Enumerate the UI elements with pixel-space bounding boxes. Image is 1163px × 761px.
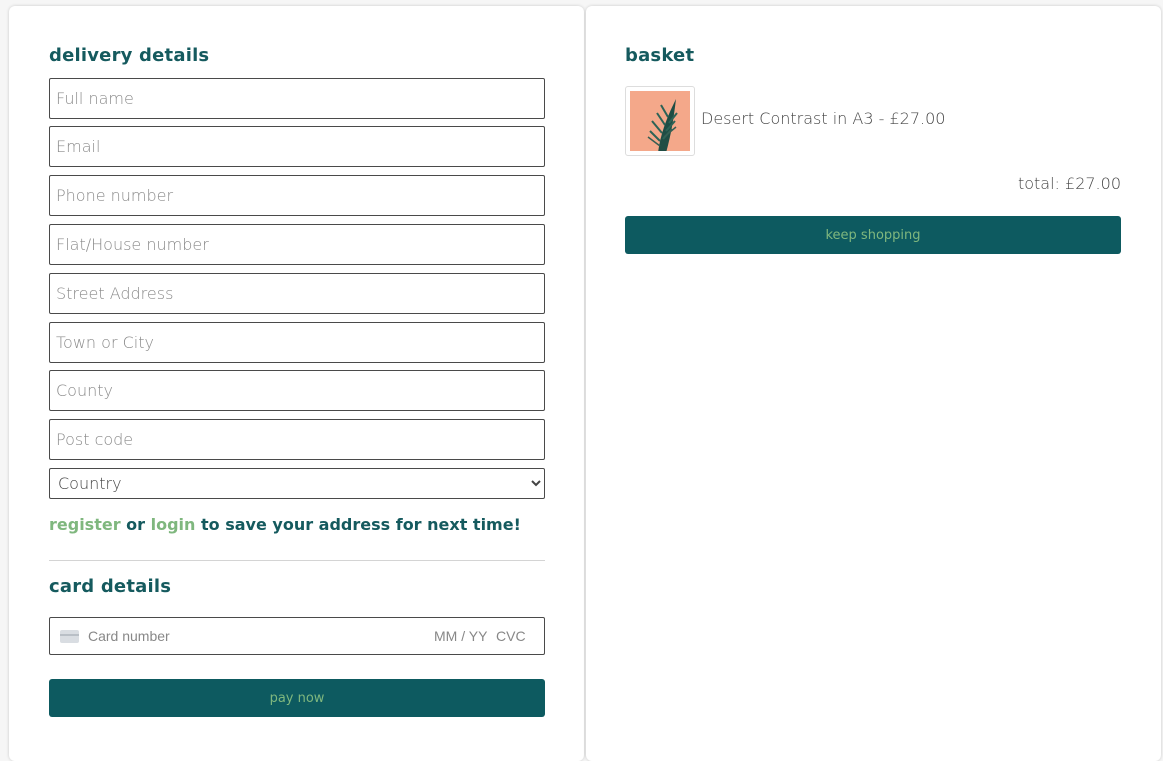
card-element[interactable]: Card number MM / YY CVC <box>49 617 545 655</box>
delivery-panel: delivery details Country register or log… <box>9 6 584 761</box>
register-link[interactable]: register <box>49 515 121 534</box>
house-number-input[interactable] <box>49 224 545 265</box>
credit-card-icon <box>60 630 79 643</box>
email-input[interactable] <box>49 126 545 167</box>
product-thumbnail[interactable] <box>625 86 695 156</box>
product-image <box>630 91 690 151</box>
pay-now-button[interactable]: pay now <box>49 679 545 717</box>
basket-panel: basket Desert Contrast in A3 - £27.00 to… <box>586 6 1161 761</box>
card-heading: card details <box>49 576 172 597</box>
street-address-input[interactable] <box>49 273 545 314</box>
login-link[interactable]: login <box>151 515 196 534</box>
basket-total: total: £27.00 <box>1017 174 1121 193</box>
card-number-field[interactable]: Card number <box>88 628 170 644</box>
county-input[interactable] <box>49 370 545 411</box>
basket-item-label: Desert Contrast in A3 - £27.00 <box>701 109 946 128</box>
save-address-note: register or login to save your address f… <box>49 515 521 534</box>
note-or: or <box>120 515 151 534</box>
delivery-heading: delivery details <box>49 45 210 66</box>
phone-input[interactable] <box>49 175 545 216</box>
card-cvc-field[interactable]: CVC <box>496 628 526 644</box>
note-rest: to save your address for next time! <box>195 515 521 534</box>
postcode-input[interactable] <box>49 419 545 460</box>
town-input[interactable] <box>49 322 545 363</box>
divider <box>49 560 545 561</box>
keep-shopping-button[interactable]: keep shopping <box>625 216 1121 254</box>
basket-heading: basket <box>625 45 695 66</box>
full-name-input[interactable] <box>49 78 545 119</box>
card-expiry-field[interactable]: MM / YY <box>434 628 487 644</box>
country-select[interactable]: Country <box>49 468 545 499</box>
